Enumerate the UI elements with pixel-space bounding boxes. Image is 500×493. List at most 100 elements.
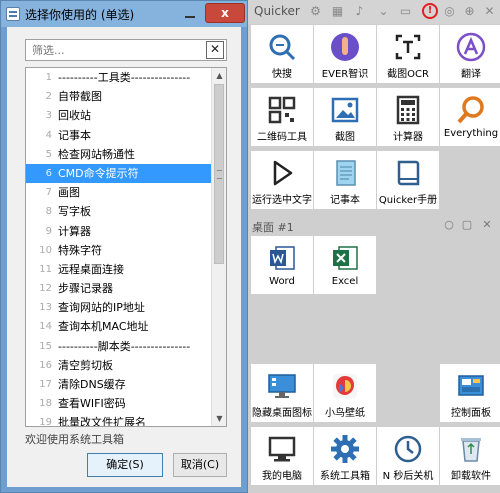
list-item[interactable]: 17 清除DNS缓存: [26, 375, 212, 394]
tile-notepad[interactable]: 记事本: [314, 151, 376, 209]
list-item-number: 2: [45, 91, 52, 103]
tile-hide-desktop-icons[interactable]: 隐藏桌面图标: [251, 364, 313, 422]
clear-filter-button[interactable]: ✕: [206, 41, 224, 59]
list-item-label: 查询本机MAC地址: [58, 320, 149, 334]
welcome-text: 欢迎使用系统工具箱: [25, 433, 124, 446]
list-item[interactable]: 19 批量改文件扩展名: [26, 413, 212, 427]
settings-icon[interactable]: ⚙: [308, 4, 323, 19]
list-item-number: 4: [45, 129, 52, 141]
list-item[interactable]: 1 ----------工具类---------------: [26, 68, 212, 87]
tile-label: 二维码工具: [257, 132, 307, 143]
lock-icon[interactable]: ▢: [460, 218, 474, 232]
tile-translate[interactable]: 翻译: [440, 25, 500, 83]
tile-label: Everything: [443, 128, 499, 139]
list-item[interactable]: 5 检查网站畅通性: [26, 145, 212, 164]
computer-icon: [268, 436, 296, 462]
list-item[interactable]: 3 回收站: [26, 106, 212, 125]
tile-qrcode[interactable]: 二维码工具: [251, 88, 313, 146]
tile-label: Quicker手册: [378, 195, 438, 206]
list-item-label: 清除DNS缓存: [58, 378, 126, 391]
alert-icon[interactable]: !: [422, 3, 438, 19]
microphone-icon[interactable]: ♪: [352, 4, 367, 19]
tile-ocr[interactable]: 截图OCR: [377, 25, 439, 83]
list-item-number: 6: [45, 167, 52, 179]
filter-input[interactable]: [32, 43, 202, 57]
chevron-down-icon[interactable]: ⌄: [376, 4, 391, 19]
list-item[interactable]: 6 CMD命令提示符: [26, 163, 212, 184]
dialog-body: ✕ 1 ----------工具类--------------- 2 自带截图 3 回收站…: [7, 27, 241, 487]
pin-icon[interactable]: ⊕: [462, 4, 477, 19]
list-item-number: 16: [39, 359, 52, 371]
tile-uninstall[interactable]: 卸载软件: [440, 427, 500, 485]
list-scrollbar[interactable]: ▲ ▼: [211, 68, 226, 426]
book-icon: [397, 160, 420, 186]
tile-run-selected-text[interactable]: 运行选中文字: [251, 151, 313, 209]
list-item-label: ----------脚本类---------------: [58, 339, 191, 353]
quicker-panel: Quicker ⚙ ▦ ♪ ⌄ ▭ ! ◎ ⊕ ✕ 快搜 EVER智识 截图OC…: [248, 0, 500, 493]
list-item[interactable]: 10 特殊字符: [26, 241, 212, 260]
list-item[interactable]: 16 清空剪切板: [26, 356, 212, 375]
filter-box: ✕: [25, 39, 227, 61]
tools-icon[interactable]: ✕: [480, 218, 494, 232]
list-item-label: 画图: [58, 186, 80, 200]
tile-control-panel[interactable]: 控制面板: [440, 364, 500, 422]
dialog-title-bar[interactable]: 选择你使用的 (单选) x: [1, 1, 247, 27]
tile-everything[interactable]: Everything: [440, 88, 500, 146]
scroll-up-icon[interactable]: ▲: [212, 68, 226, 83]
list-item-number: 17: [39, 379, 52, 390]
tile-label: Excel: [331, 276, 359, 287]
tile-label: EVER智识: [321, 69, 369, 80]
close-button[interactable]: x: [205, 3, 245, 23]
list-item[interactable]: 18 查看WIFI密码: [26, 394, 212, 413]
list-item[interactable]: 13 查询网站的IP地址: [26, 298, 212, 317]
ok-button[interactable]: 确定(S): [87, 453, 163, 477]
tile-bird-wallpaper[interactable]: 小鸟壁纸: [314, 364, 376, 422]
ever-icon: [331, 33, 359, 61]
tile-calculator[interactable]: 计算器: [377, 88, 439, 146]
close-icon[interactable]: ✕: [482, 4, 497, 19]
tile-shutdown-timer[interactable]: N 秒后关机: [377, 427, 439, 485]
tile-word[interactable]: Word: [251, 236, 313, 294]
list-item-number: 3: [45, 110, 52, 122]
tile-label: 记事本: [330, 195, 360, 206]
scroll-down-icon[interactable]: ▼: [212, 411, 226, 426]
tile-quicker-manual[interactable]: Quicker手册: [377, 151, 439, 209]
tile-label: N 秒后关机: [382, 471, 434, 482]
list-item-label: 回收站: [58, 109, 91, 123]
tile-label: 截图: [335, 132, 355, 143]
grid-icon[interactable]: ▦: [330, 4, 345, 19]
tile-label: 小鸟壁纸: [325, 408, 365, 419]
monitor-icon: [268, 374, 296, 398]
list-item-number: 14: [39, 321, 52, 333]
word-icon: [270, 246, 295, 270]
list-item-number: 19: [39, 417, 52, 427]
list-item[interactable]: 7 画图: [26, 183, 212, 202]
notepad-icon: [336, 160, 356, 186]
list-item[interactable]: 12 步骤记录器: [26, 279, 212, 298]
list-item[interactable]: 11 远程桌面连接: [26, 260, 212, 279]
list-item[interactable]: 4 记事本: [26, 126, 212, 145]
tile-screenshot[interactable]: 截图: [314, 88, 376, 146]
search-icon[interactable]: ○: [442, 218, 456, 232]
list-item[interactable]: 2 自带截图: [26, 87, 212, 106]
list-item[interactable]: 14 查询本机MAC地址: [26, 317, 212, 336]
list-item[interactable]: 15 ----------脚本类---------------: [26, 337, 212, 356]
tile-excel[interactable]: Excel: [314, 236, 376, 294]
tile-label: 翻译: [461, 69, 481, 80]
tile-my-computer[interactable]: 我的电脑: [251, 427, 313, 485]
tile-quick-search[interactable]: 快搜: [251, 25, 313, 83]
panel-title: Quicker: [254, 4, 300, 18]
list-item-number: 8: [45, 206, 52, 218]
user-icon[interactable]: ◎: [442, 4, 457, 19]
tile-ever[interactable]: EVER智识: [314, 25, 376, 83]
tile-system-toolbox[interactable]: 系统工具箱: [314, 427, 376, 485]
list-item[interactable]: 8 写字板: [26, 202, 212, 221]
tile-label: 计算器: [393, 132, 423, 143]
list-item[interactable]: 9 计算器: [26, 222, 212, 241]
list-item-label: 步骤记录器: [58, 282, 113, 296]
terminal-icon[interactable]: ▭: [398, 4, 413, 19]
cancel-button[interactable]: 取消(C): [173, 453, 227, 477]
scroll-thumb[interactable]: [214, 84, 224, 264]
screenshot-icon: [331, 97, 359, 123]
minimize-button[interactable]: [179, 4, 201, 22]
